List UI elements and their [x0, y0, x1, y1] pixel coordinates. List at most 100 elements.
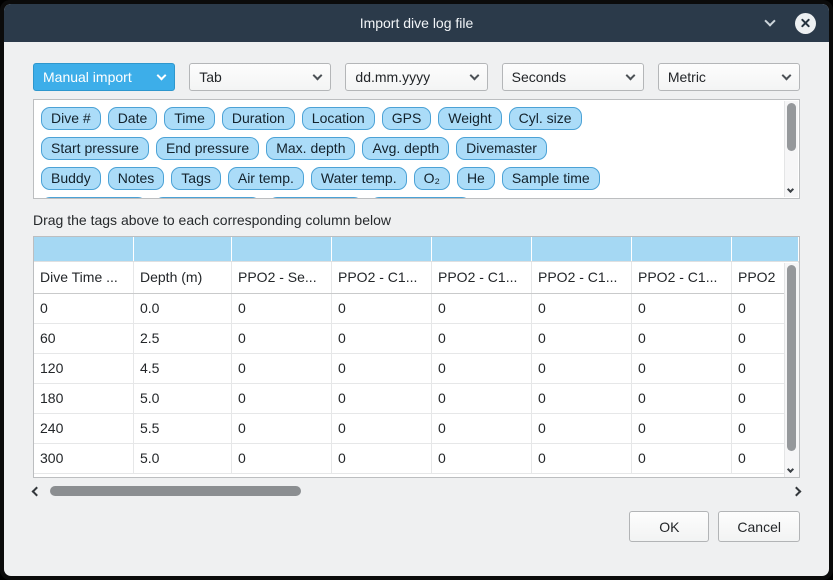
drop-cell[interactable] [632, 237, 732, 261]
table-cell: 0 [432, 384, 532, 413]
tag-weight[interactable]: Weight [438, 107, 501, 130]
drop-cell[interactable] [134, 237, 232, 261]
combo-value: Seconds [512, 69, 566, 85]
column-header-row: Dive Time ...Depth (m)PPO2 - Se...PPO2 -… [34, 262, 799, 294]
tag-row: Buddy Notes Tags Air temp. Water temp. O₂ He Sa… [41, 167, 775, 190]
tag-avg-depth[interactable]: Avg. depth [362, 137, 449, 160]
cancel-button[interactable]: Cancel [718, 511, 800, 542]
tag-sample-po[interactable]: Sample pO₂ [268, 197, 363, 198]
tag-gps[interactable]: GPS [382, 107, 432, 130]
import-type-select[interactable]: Manual import [33, 63, 175, 91]
tag-scroll-thumb[interactable] [787, 103, 796, 151]
table-row: 1204.5000000 [34, 354, 799, 384]
drop-cell[interactable] [232, 237, 332, 261]
import-preview-table: Dive Time ...Depth (m)PPO2 - Se...PPO2 -… [33, 236, 800, 478]
table-cell: 5.0 [134, 384, 232, 413]
column-header: PPO2 - C1... [632, 262, 732, 293]
table-body: 00.0000000602.50000001204.50000001805.00… [34, 294, 799, 474]
chevron-down-icon [625, 70, 635, 80]
tag-notes[interactable]: Notes [108, 167, 165, 190]
tag-scrollbar[interactable] [784, 101, 798, 197]
table-cell: 0 [332, 384, 432, 413]
hscroll-thumb[interactable] [50, 486, 301, 496]
chevron-down-icon [469, 70, 479, 80]
horizontal-scrollbar[interactable] [33, 484, 800, 499]
units-select[interactable]: Metric [658, 63, 800, 91]
tag-sample-temp[interactable]: Sample temp. [154, 197, 260, 198]
table-cell: 0 [432, 294, 532, 323]
shade-button[interactable] [761, 14, 779, 32]
scroll-left-icon[interactable] [32, 487, 42, 497]
field-separator-select[interactable]: Tab [189, 63, 331, 91]
ok-button[interactable]: OK [629, 511, 709, 542]
tag-divemaster[interactable]: Divemaster [456, 137, 547, 160]
drop-cell[interactable] [332, 237, 432, 261]
scroll-down-icon[interactable] [787, 186, 794, 193]
drop-cell[interactable] [34, 237, 134, 261]
drop-cell[interactable] [732, 237, 799, 261]
dialog-body: Manual importTabdd.mm.yyyySecondsMetric … [4, 42, 829, 576]
dropdown-row: Manual import Tab dd.mm.yyyy Seconds Metric [33, 63, 800, 91]
tag-cyl-size[interactable]: Cyl. size [509, 107, 582, 130]
titlebar-buttons [761, 13, 816, 34]
tag-date[interactable]: Date [108, 107, 158, 130]
column-header: PPO2 - C1... [432, 262, 532, 293]
duration-format-select[interactable]: Seconds [502, 63, 644, 91]
table-cell: 0 [532, 384, 632, 413]
tag-start-pressure[interactable]: Start pressure [41, 137, 149, 160]
tag-row: Dive # Date Time Duration Location GPS Weight C… [41, 107, 775, 130]
table-cell: 60 [34, 324, 134, 353]
date-format-select[interactable]: dd.mm.yyyy [345, 63, 487, 91]
table-cell: 5.0 [134, 444, 232, 473]
tag-air-temp[interactable]: Air temp. [228, 167, 304, 190]
table-cell: 0 [432, 444, 532, 473]
drop-cell[interactable] [432, 237, 532, 261]
titlebar[interactable]: Import dive log file [4, 4, 829, 42]
tag-location[interactable]: Location [302, 107, 375, 130]
scroll-right-icon[interactable] [792, 487, 802, 497]
chevron-down-icon [782, 70, 792, 80]
table-cell: 0 [232, 354, 332, 383]
table-scrollbar[interactable] [784, 263, 799, 477]
tag-duration[interactable]: Duration [222, 107, 295, 130]
table-cell: 0 [232, 384, 332, 413]
table-row: 602.5000000 [34, 324, 799, 354]
tag-box: Dive # Date Time Duration Location GPS Weight C… [33, 99, 800, 199]
table-cell: 0 [34, 294, 134, 323]
tag-tags[interactable]: Tags [171, 167, 221, 190]
table-cell: 0 [232, 294, 332, 323]
tag-dive[interactable]: Dive # [41, 107, 101, 130]
hscroll-track[interactable] [48, 484, 785, 499]
tag-max-depth[interactable]: Max. depth [266, 137, 355, 160]
tag-sample-depth[interactable]: Sample depth [41, 197, 147, 198]
table-row: 00.0000000 [34, 294, 799, 324]
drop-target-row [34, 237, 799, 262]
tag-sample-cns[interactable]: Sample CNS [370, 197, 471, 198]
table-scroll-thumb[interactable] [787, 265, 796, 451]
tag-water-temp[interactable]: Water temp. [311, 167, 407, 190]
tag-sample-time[interactable]: Sample time [502, 167, 600, 190]
close-button[interactable] [795, 13, 816, 34]
tag-o[interactable]: O₂ [414, 167, 450, 190]
drop-cell[interactable] [532, 237, 632, 261]
scroll-down-icon[interactable] [787, 466, 794, 473]
tag-time[interactable]: Time [164, 107, 215, 130]
combo-value: Tab [199, 69, 222, 85]
table-cell: 5.5 [134, 414, 232, 443]
column-header: PPO2 - C1... [532, 262, 632, 293]
table-cell: 0 [332, 414, 432, 443]
tag-end-pressure[interactable]: End pressure [156, 137, 259, 160]
table-cell: 180 [34, 384, 134, 413]
table-cell: 2.5 [134, 324, 232, 353]
column-header: Dive Time ... [34, 262, 134, 293]
table-cell: 0 [232, 414, 332, 443]
tag-buddy[interactable]: Buddy [41, 167, 101, 190]
import-dialog-window: Import dive log file Manual import Tab dd.… [0, 0, 833, 580]
table-cell: 0 [532, 294, 632, 323]
instruction-text: Drag the tags above to each correspondin… [33, 212, 800, 228]
table-cell: 0 [332, 294, 432, 323]
combo-value: dd.mm.yyyy [355, 69, 430, 85]
tag-he[interactable]: He [457, 167, 495, 190]
table-cell: 0 [632, 444, 732, 473]
dialog-surface: Import dive log file Manual import Tab dd.… [4, 4, 829, 576]
